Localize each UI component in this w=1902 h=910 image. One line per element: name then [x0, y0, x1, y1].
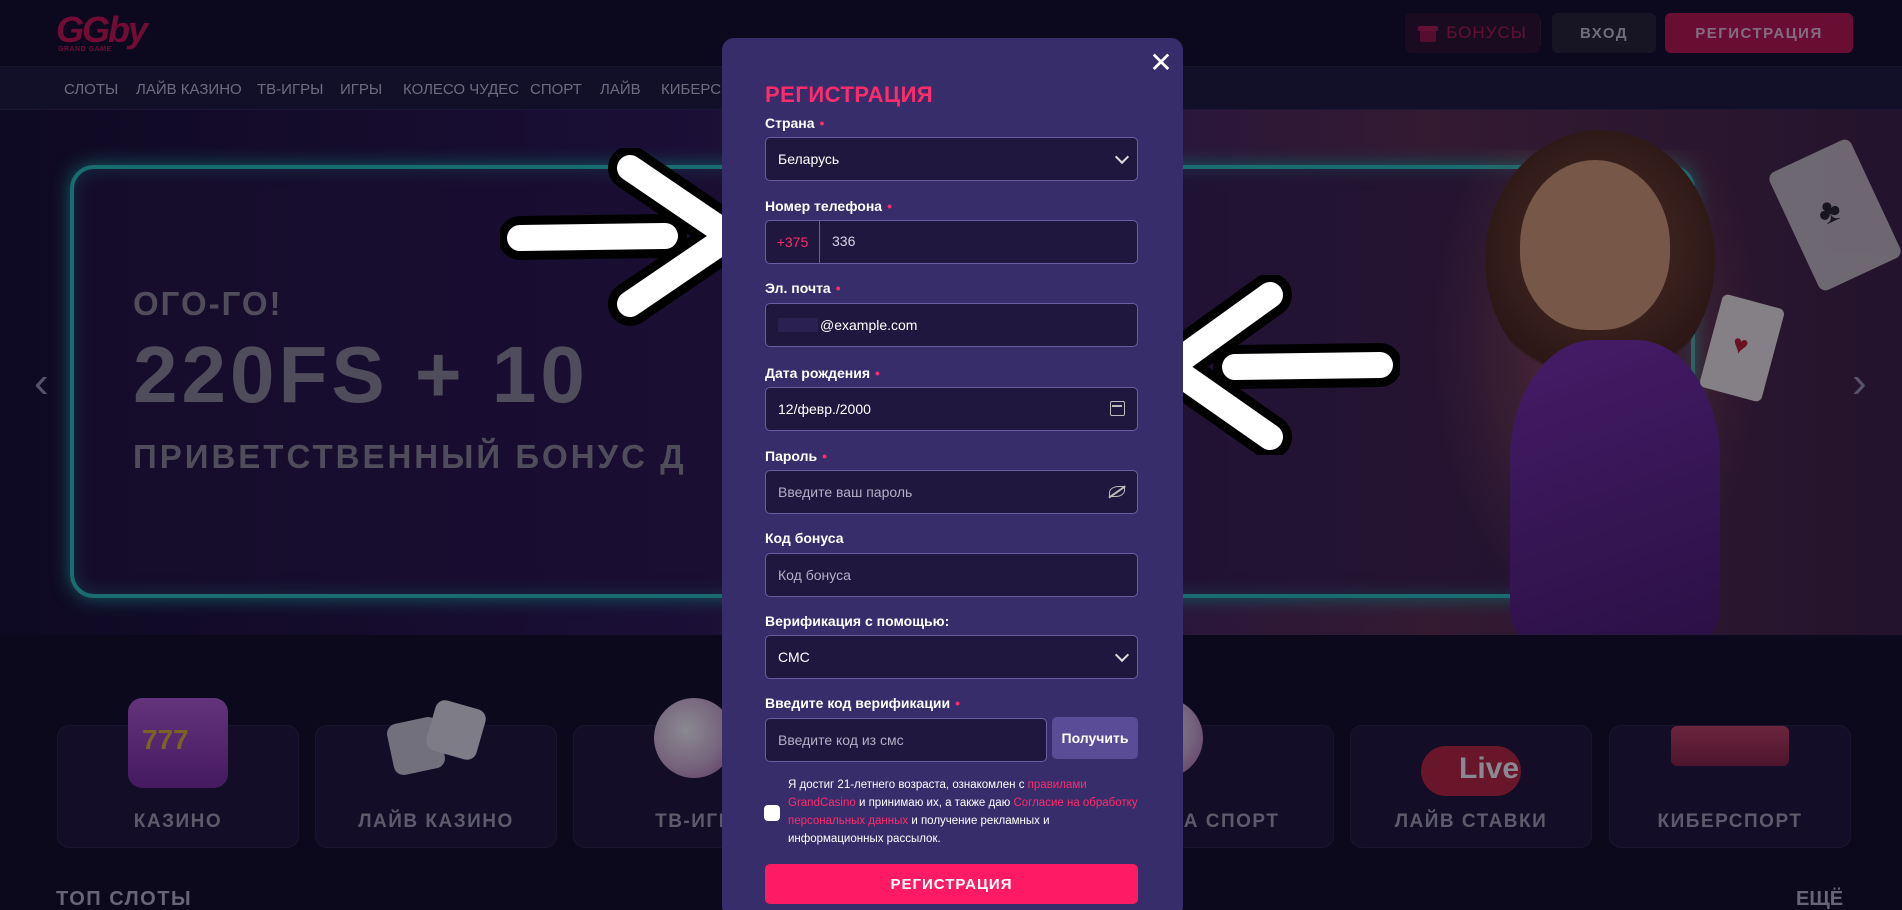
modal-title: РЕГИСТРАЦИЯ: [765, 82, 934, 107]
password-label: Пароль •: [765, 448, 828, 464]
chevron-down-icon: [1114, 149, 1130, 165]
bonus-code-field[interactable]: Код бонуса: [765, 553, 1138, 597]
phone-label: Номер телефона •: [765, 198, 892, 214]
country-select[interactable]: Беларусь: [765, 137, 1138, 181]
verification-code-placeholder: Введите код из смс: [778, 732, 904, 748]
verification-code-label: Введите код верификации •: [765, 695, 961, 711]
bonus-code-label: Код бонуса: [765, 530, 844, 546]
calendar-icon[interactable]: [1110, 401, 1125, 416]
birthdate-value: 12/февр./2000: [778, 401, 871, 417]
phone-prefix[interactable]: +375: [766, 221, 820, 263]
get-code-button[interactable]: Получить: [1052, 717, 1138, 759]
chevron-down-icon: [1114, 647, 1130, 663]
submit-registration-button[interactable]: РЕГИСТРАЦИЯ: [765, 864, 1138, 904]
arrow-right-icon: [500, 148, 750, 326]
email-field[interactable]: @example.com: [765, 303, 1138, 347]
agreement-text-part: и принимаю их, а также даю: [855, 797, 1014, 809]
registration-modal: ✕ РЕГИСТРАЦИЯ Страна • Беларусь Номер тел…: [722, 38, 1183, 910]
verification-method-label: Верификация с помощью:: [765, 613, 950, 629]
bonus-code-placeholder: Код бонуса: [778, 567, 851, 583]
verification-method-select[interactable]: СМС: [765, 635, 1138, 679]
phone-field[interactable]: +375 336: [765, 220, 1138, 264]
verification-method-value: СМС: [778, 649, 810, 665]
close-icon[interactable]: ✕: [1146, 48, 1176, 78]
agreement-text: Я достиг 21-летнего возраста, ознакомлен…: [788, 776, 1148, 848]
birthdate-field[interactable]: 12/февр./2000: [765, 387, 1138, 431]
password-placeholder: Введите ваш пароль: [778, 484, 913, 500]
agreement-text-part: Я достиг 21-летнего возраста, ознакомлен…: [788, 779, 1028, 791]
email-value: @example.com: [820, 317, 918, 333]
agree-checkbox[interactable]: [764, 805, 780, 821]
phone-value: 336: [832, 233, 856, 249]
eye-off-icon[interactable]: [1109, 486, 1125, 497]
email-label: Эл. почта •: [765, 280, 841, 296]
password-field[interactable]: Введите ваш пароль: [765, 470, 1138, 514]
verification-code-field[interactable]: Введите код из смс: [765, 718, 1047, 762]
country-value: Беларусь: [778, 151, 840, 167]
birthdate-label: Дата рождения •: [765, 365, 880, 381]
redacted-text: [778, 318, 818, 332]
country-label: Страна •: [765, 115, 825, 131]
